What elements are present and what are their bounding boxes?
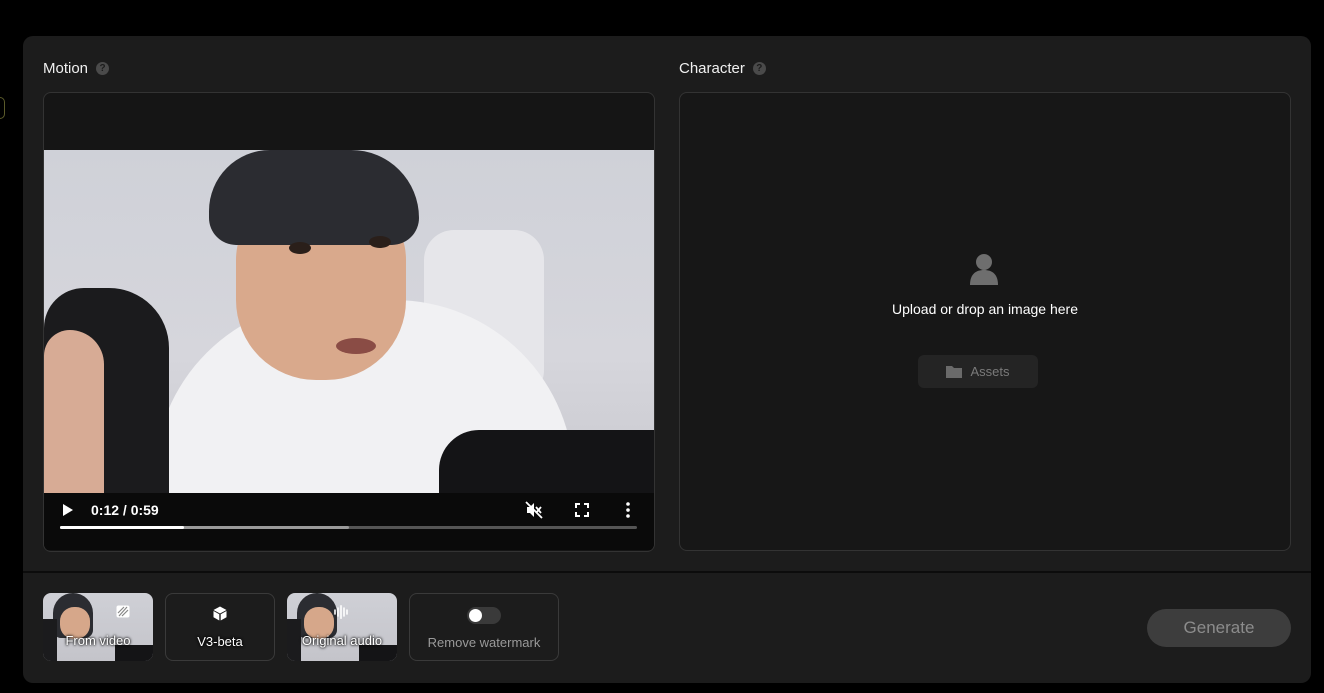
watermark-toggle[interactable] [410, 607, 558, 624]
character-label: Character [679, 60, 745, 77]
video-time: 0:12 / 0:59 [91, 502, 159, 518]
main-panel: Motion ? 0:12 / 0:59 Character ? Upload … [23, 36, 1311, 683]
model-label: V3-beta [197, 634, 243, 649]
played-bar [60, 526, 184, 529]
remove-watermark-option[interactable]: Remove watermark [409, 593, 559, 661]
audio-wave-icon [287, 605, 397, 619]
model-option[interactable]: V3-beta [165, 593, 275, 661]
assets-button[interactable]: Assets [918, 355, 1038, 388]
video-controls: 0:12 / 0:59 [44, 493, 654, 550]
help-icon[interactable]: ? [752, 62, 766, 75]
folder-icon [946, 366, 963, 378]
user-icon [969, 253, 999, 290]
help-icon[interactable]: ? [96, 62, 110, 75]
video-progress-bar[interactable] [60, 526, 637, 529]
original-audio-label: Original audio [301, 633, 383, 648]
cube-icon [166, 606, 274, 621]
character-header: Character ? [679, 60, 766, 77]
from-video-option[interactable]: From video [43, 593, 153, 661]
section-divider [23, 571, 1311, 573]
from-video-label: From video [65, 633, 131, 648]
motion-label: Motion [43, 60, 89, 77]
play-icon[interactable] [60, 501, 76, 519]
generate-button[interactable]: Generate [1147, 609, 1291, 647]
more-icon[interactable] [620, 500, 636, 520]
original-audio-option[interactable]: Original audio [287, 593, 397, 661]
assets-label: Assets [970, 364, 1010, 379]
edge-indicator [0, 97, 5, 119]
video-preview[interactable] [44, 150, 654, 493]
remove-watermark-label: Remove watermark [427, 635, 541, 650]
fullscreen-icon[interactable] [572, 500, 592, 520]
video-icon [68, 605, 153, 618]
character-upload-area[interactable]: Upload or drop an image here Assets [679, 92, 1291, 551]
motion-video-box[interactable]: 0:12 / 0:59 [43, 92, 655, 552]
mute-icon[interactable] [524, 500, 544, 520]
upload-instructions: Upload or drop an image here [891, 301, 1078, 317]
motion-header: Motion ? [43, 60, 110, 77]
